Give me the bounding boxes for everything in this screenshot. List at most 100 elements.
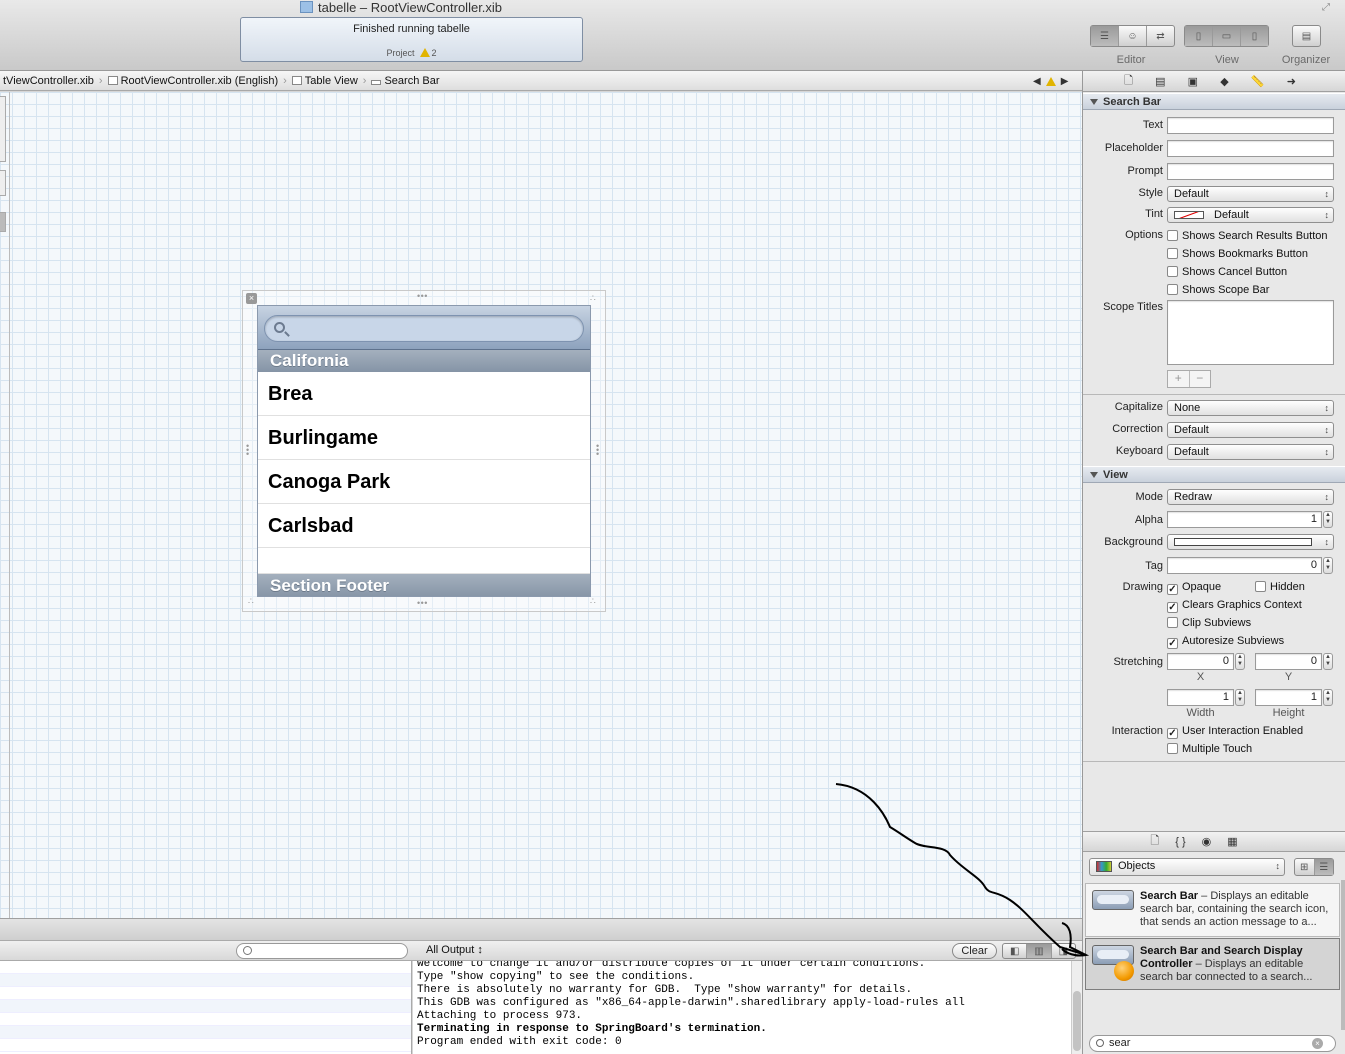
capitalize-select[interactable]: None [1167, 400, 1334, 416]
output-filter-select[interactable]: All Output ↕ [426, 944, 526, 958]
mode-select[interactable]: Redraw [1167, 489, 1334, 505]
option-checkbox[interactable]: Shows Cancel Button [1167, 265, 1287, 279]
version-editor-icon[interactable]: ⇄ [1147, 26, 1174, 46]
quick-help-icon[interactable]: ▤ [1155, 75, 1165, 88]
standard-editor-icon[interactable]: ☰ [1091, 26, 1119, 46]
checkbox[interactable] [1167, 248, 1178, 259]
document-outline-strip[interactable] [0, 92, 10, 918]
checkbox[interactable]: ✓ [1167, 584, 1178, 595]
style-select[interactable]: Default [1167, 186, 1334, 202]
outline-tab[interactable] [0, 96, 6, 162]
checkbox[interactable] [1167, 230, 1178, 241]
console-output[interactable]: welcome to change it and/or distribute c… [413, 961, 1071, 1054]
option-checkbox[interactable]: Shows Bookmarks Button [1167, 247, 1308, 261]
autoresize-checkbox[interactable]: ✓ Autoresize Subviews [1167, 634, 1284, 649]
table-row[interactable] [258, 548, 590, 574]
multiple-touch-checkbox[interactable]: Multiple Touch [1167, 742, 1252, 756]
table-row[interactable]: Burlingame [258, 416, 590, 460]
resize-handle[interactable]: ∴ [590, 293, 596, 304]
search-bar[interactable] [258, 306, 590, 350]
editor-segmented-control[interactable]: ☰ ☺ ⇄ [1090, 25, 1175, 47]
search-bar-section-header[interactable]: Search Bar [1083, 93, 1345, 110]
grid-view-icon[interactable]: ⊞ [1295, 859, 1315, 875]
checkbox[interactable] [1167, 617, 1178, 628]
option-checkbox[interactable]: Shows Scope Bar [1167, 283, 1269, 297]
hidden-checkbox[interactable]: Hidden [1255, 580, 1305, 594]
library-item[interactable]: Search Bar and Search Display Controller… [1085, 938, 1340, 990]
library-item[interactable]: Search Bar – Displays an editable search… [1085, 883, 1340, 937]
checkbox[interactable]: ✓ [1167, 728, 1178, 739]
clip-subviews-checkbox[interactable]: Clip Subviews [1167, 616, 1251, 630]
stretch-width-field[interactable]: 1 [1167, 689, 1234, 706]
object-library-icon[interactable]: ◉ [1202, 835, 1212, 848]
keyboard-select[interactable]: Default [1167, 444, 1334, 460]
checkbox[interactable] [1167, 284, 1178, 295]
stretch-y-field[interactable]: 0 [1255, 653, 1322, 670]
add-button[interactable]: + [1168, 371, 1190, 387]
placeholder-field[interactable] [1167, 140, 1334, 157]
library-view-control[interactable]: ⊞ ☰ [1294, 858, 1334, 876]
view-section-header[interactable]: View [1083, 466, 1345, 483]
next-issue-icon[interactable]: ▶ [1061, 76, 1069, 87]
stretch-height-stepper[interactable]: ▲ ▼ [1323, 689, 1333, 706]
alpha-field[interactable]: 1 [1167, 511, 1322, 528]
scope-titles-list[interactable] [1167, 300, 1334, 365]
previous-issue-icon[interactable]: ◀ [1033, 76, 1041, 87]
view-segmented-control[interactable]: ▯ ▭ ▯ [1184, 25, 1269, 47]
remove-button[interactable]: − [1190, 371, 1211, 387]
checkbox[interactable]: ✓ [1167, 638, 1178, 649]
checkbox[interactable] [1255, 581, 1266, 592]
file-template-icon[interactable]: 🗋 [1150, 832, 1159, 851]
table-row[interactable]: Canoga Park [258, 460, 590, 504]
attributes-inspector-icon[interactable]: ◆ [1220, 75, 1228, 88]
tag-stepper[interactable]: ▲ ▼ [1323, 557, 1333, 574]
prompt-field[interactable] [1167, 163, 1334, 180]
opaque-checkbox[interactable]: ✓ Opaque [1167, 580, 1221, 595]
library-filter-input[interactable]: sear × [1089, 1035, 1336, 1052]
debug-area-toggle-icon[interactable]: ▭ [1213, 26, 1241, 46]
checkbox[interactable]: ✓ [1167, 602, 1178, 613]
tint-select[interactable]: Default [1167, 207, 1334, 223]
checkbox[interactable] [1167, 266, 1178, 277]
table-row[interactable]: Brea [258, 372, 590, 416]
resize-handle[interactable]: • • • [596, 442, 600, 459]
table-view[interactable]: California Brea Burlingame Canoga Park C… [257, 305, 591, 597]
library-category-select[interactable]: Objects [1089, 858, 1285, 876]
clears-context-checkbox[interactable]: ✓ Clears Graphics Context [1167, 598, 1302, 613]
stretch-height-field[interactable]: 1 [1255, 689, 1322, 706]
clear-icon[interactable]: × [1312, 1038, 1323, 1049]
utilities-toggle-icon[interactable]: ▯ [1241, 26, 1268, 46]
activity-project[interactable]: Project 2 [241, 48, 582, 58]
stretch-x-stepper[interactable]: ▲ ▼ [1235, 653, 1245, 670]
organizer-button[interactable]: ▤ [1292, 25, 1321, 47]
outline-tab[interactable] [0, 212, 6, 232]
jump-bar-item[interactable]: Search Bar [368, 75, 442, 87]
search-field[interactable] [264, 315, 584, 342]
text-field[interactable] [1167, 117, 1334, 134]
scrollbar-thumb[interactable] [1073, 991, 1081, 1051]
warning-icon[interactable] [1045, 76, 1056, 86]
identity-inspector-icon[interactable]: ▣ [1188, 75, 1198, 88]
tag-field[interactable]: 0 [1167, 557, 1322, 574]
outline-tab[interactable] [0, 170, 6, 196]
resize-handle[interactable]: ∴ [248, 596, 254, 607]
code-snippet-icon[interactable]: { } [1175, 836, 1185, 848]
list-view-icon[interactable]: ☰ [1314, 859, 1333, 875]
variables-search-input[interactable] [236, 943, 408, 959]
close-icon[interactable]: × [246, 293, 257, 304]
connections-inspector-icon[interactable]: ➜ [1287, 75, 1296, 88]
fullscreen-icon[interactable]: ⤢ [1322, 2, 1336, 14]
resize-handle[interactable]: • • • [417, 291, 428, 301]
jump-bar-item[interactable]: tViewController.xib [0, 75, 97, 87]
alpha-stepper[interactable]: ▲ ▼ [1323, 511, 1333, 528]
correction-select[interactable]: Default [1167, 422, 1334, 438]
jump-bar-item[interactable]: RootViewController.xib (English) [105, 75, 282, 87]
resize-handle[interactable]: ∴ [590, 596, 596, 607]
organizer-icon[interactable]: ▤ [1293, 26, 1320, 46]
variables-view[interactable] [0, 961, 412, 1054]
checkbox[interactable] [1167, 743, 1178, 754]
navigator-toggle-icon[interactable]: ▯ [1185, 26, 1213, 46]
console-scrollbar[interactable] [1071, 961, 1082, 1054]
stretch-y-stepper[interactable]: ▲ ▼ [1323, 653, 1333, 670]
assistant-editor-icon[interactable]: ☺ [1119, 26, 1147, 46]
